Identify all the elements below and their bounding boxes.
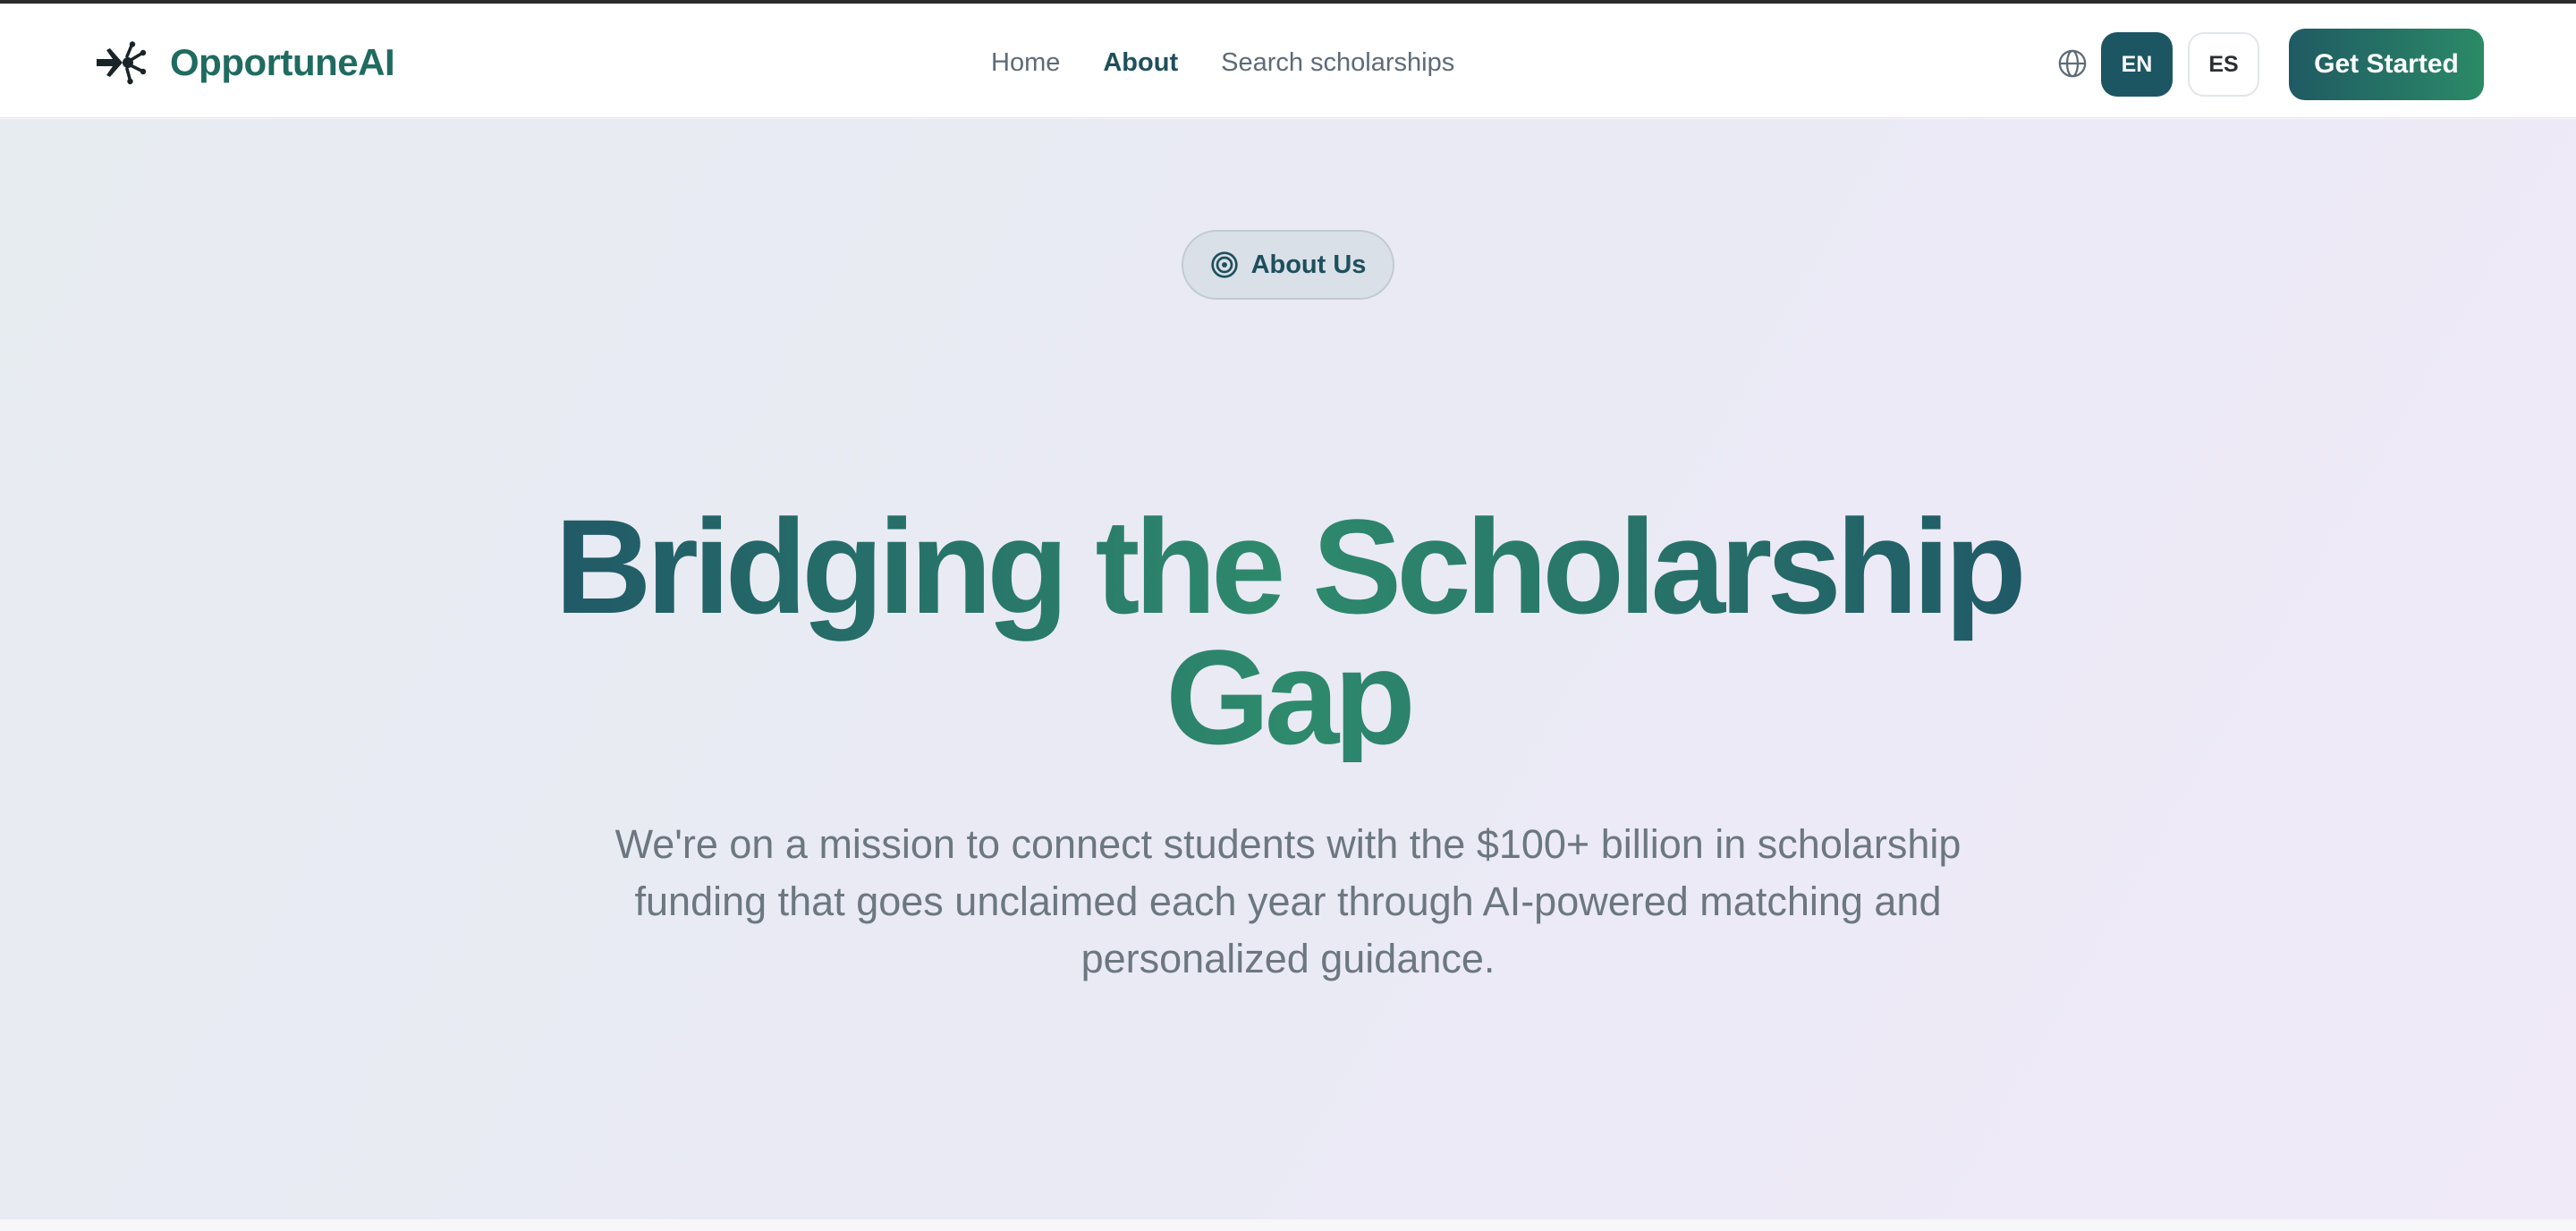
language-es-button[interactable]: ES (2188, 32, 2259, 97)
language-en-button[interactable]: EN (2101, 32, 2173, 97)
nav-home-link[interactable]: Home (991, 48, 1060, 78)
nav-search-scholarships-link[interactable]: Search scholarships (1221, 48, 1454, 78)
main-nav: Home About Search scholarships (991, 43, 1454, 82)
globe-icon (2058, 49, 2087, 78)
next-section-edge (0, 1219, 2576, 1231)
brand-name: OpportuneAI (170, 41, 395, 83)
nav-about-link[interactable]: About (1103, 48, 1178, 78)
get-started-button[interactable]: Get Started (2289, 29, 2484, 100)
sparkle-arrow-icon (97, 41, 147, 85)
hero-description: We're on a mission to connect students w… (614, 821, 1962, 981)
brand-home-link[interactable]: OpportuneAI (95, 38, 395, 88)
hero-headline: Bridging the Scholarship Gap (483, 499, 2093, 764)
about-us-badge: About Us (1182, 230, 1394, 300)
target-icon (1210, 251, 1238, 278)
badge-label: About Us (1250, 250, 1367, 279)
site-header: OpportuneAI Home About Search scholarshi… (0, 4, 2576, 118)
